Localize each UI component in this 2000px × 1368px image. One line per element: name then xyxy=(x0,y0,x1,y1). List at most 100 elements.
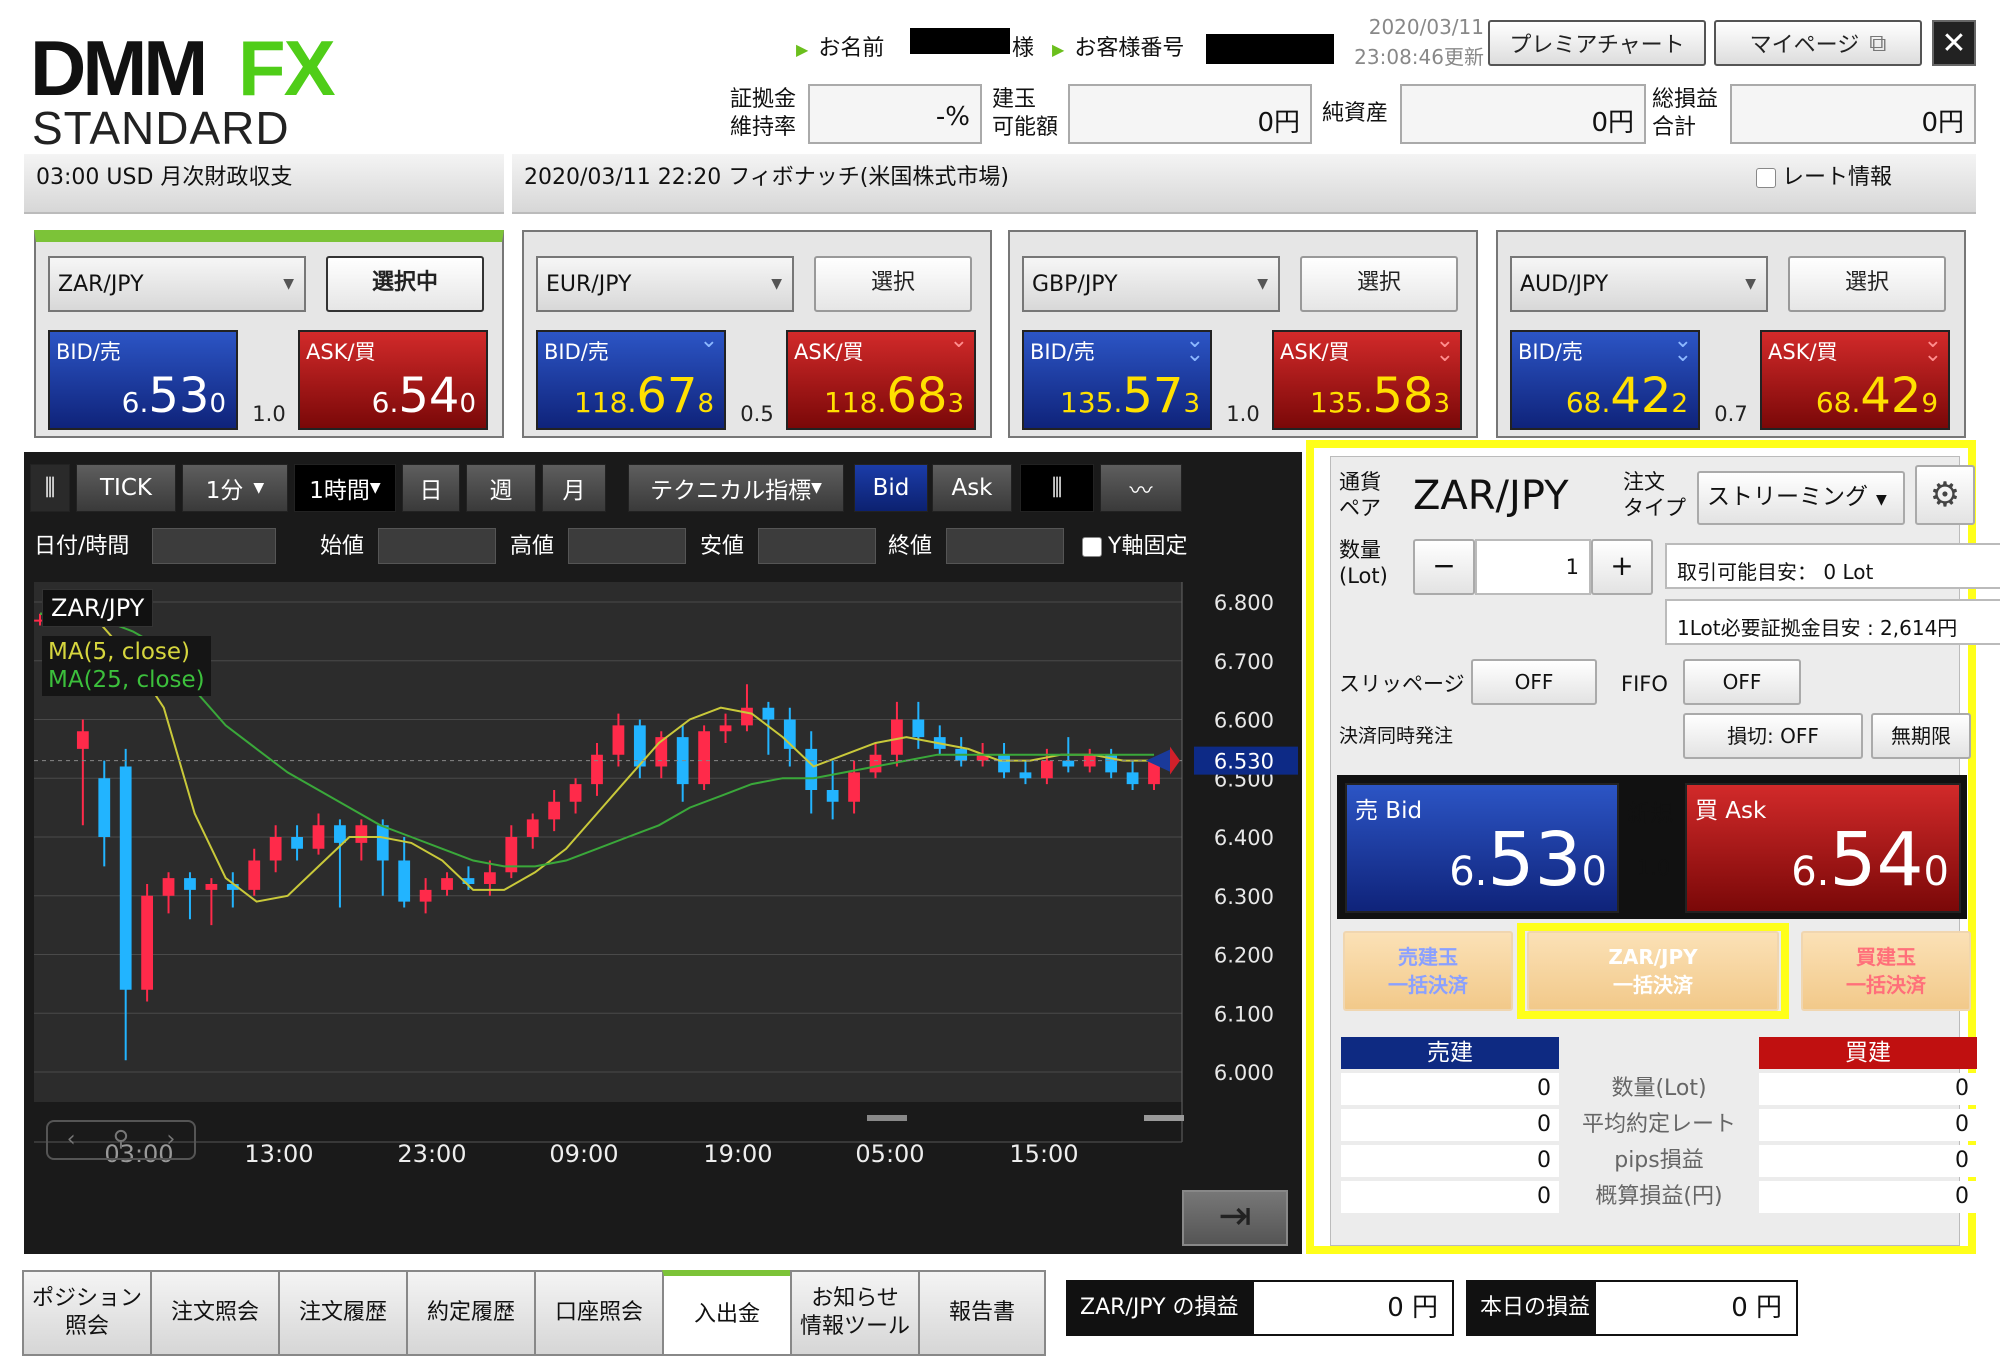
qty-row-label: 数量(Lot) xyxy=(1611,1076,1707,1101)
candle-body xyxy=(291,837,303,849)
sell-position-header: 売建 xyxy=(1341,1037,1559,1069)
rate-info-toggle[interactable]: レート情報 xyxy=(1756,154,1892,202)
dmm-fx-trading-window: DMM FX STANDARD ▶ お名前 様 ▶ お客様番号 2020/03/11… xyxy=(0,0,2000,1368)
order-type-select[interactable]: ストリーミング ▼ xyxy=(1697,471,1905,525)
y-tick-label: 6.800 xyxy=(1214,591,1274,615)
tab-news-tools[interactable]: お知らせ 情報ツール xyxy=(790,1270,918,1356)
candle-body xyxy=(1126,772,1139,785)
customer-number-redaction xyxy=(1206,34,1334,64)
buy-ask-button[interactable]: 買 Ask 6.540 xyxy=(1685,783,1961,913)
bid-quote-button[interactable]: BID/売 ⌄ ⌄ 135.573 xyxy=(1022,330,1212,430)
premium-chart-button[interactable]: プレミアチャート xyxy=(1488,20,1706,66)
candle-body xyxy=(548,801,561,820)
dropdown-arrow-icon: ▼ xyxy=(1745,276,1756,292)
candle-body xyxy=(98,778,111,837)
quantity-label: 数量 (Lot) xyxy=(1339,538,1388,588)
select-pair-button[interactable]: 選択 xyxy=(1300,256,1458,312)
settings-gear-icon[interactable]: ⚙ xyxy=(1915,465,1975,525)
news-text: 2020/03/11 22:20 フィボナッチ(米国株式市場) xyxy=(524,165,1009,190)
x-tick-label: 05:00 xyxy=(855,1140,924,1168)
logo-edition: STANDARD xyxy=(32,102,290,154)
next-icon[interactable]: › xyxy=(166,1122,175,1158)
candle-body xyxy=(848,772,860,802)
double-down-chevron-icon: ⌄ ⌄ xyxy=(1923,328,1942,367)
ask-quote-button[interactable]: ASK/買 ⌄ ⌄ 135.583 xyxy=(1272,330,1462,430)
net-assets-value: 0円 xyxy=(1400,84,1646,144)
close-all-pair-button[interactable]: ZAR/JPY 一括決済 xyxy=(1527,931,1779,1011)
stoploss-toggle[interactable]: 損切: OFF xyxy=(1683,713,1863,759)
double-down-chevron-icon: ⌄ ⌄ xyxy=(1673,328,1692,367)
ask-quote-button[interactable]: ASK/買 ⌄ ⌄ 68.429 xyxy=(1760,330,1950,430)
tab-position[interactable]: ポジション 照会 xyxy=(22,1270,150,1356)
chart-navigation[interactable]: ‹ ⚲ › xyxy=(46,1120,196,1160)
mypage-button[interactable]: マイページ ⧉ xyxy=(1714,20,1922,66)
economic-calendar-ticker[interactable]: 03:00 USD 月次財政収支 xyxy=(24,154,504,214)
tab-order-history[interactable]: 注文履歴 xyxy=(278,1270,406,1356)
quantity-decrease-button[interactable]: − xyxy=(1413,539,1475,595)
pair-select[interactable]: ZAR/JPY ▼ xyxy=(48,256,306,312)
quantity-input[interactable]: 1 xyxy=(1475,539,1591,595)
select-pair-button[interactable]: 選択中 xyxy=(326,256,484,312)
zoom-icon[interactable]: ⚲ xyxy=(113,1122,129,1158)
pair-select[interactable]: EUR/JPY ▼ xyxy=(536,256,794,312)
bid-quote-button[interactable]: BID/売 6.530 xyxy=(48,330,238,430)
chart-symbol-label: ZAR/JPY xyxy=(42,589,154,627)
candle-body xyxy=(269,837,282,861)
candle-body xyxy=(1019,772,1032,779)
candlestick-chart[interactable]: 6.8006.7006.6006.5006.4006.3006.2006.100… xyxy=(24,452,1302,1254)
candle-body xyxy=(912,719,925,738)
candle-body xyxy=(741,707,753,726)
margin-ratio-value: -% xyxy=(808,84,982,144)
bid-quote-button[interactable]: BID/売 ⌄ 118.678 xyxy=(536,330,726,430)
x-tick-label: 23:00 xyxy=(397,1140,466,1168)
pair-panel-zarjpy: ZAR/JPY ▼ 選択中 BID/売 6.530 1.0 ASK/買 6.540 xyxy=(34,230,504,438)
pair-label: 通貨 ペア xyxy=(1339,470,1381,520)
bid-quote-button[interactable]: BID/売 ⌄ ⌄ 68.422 xyxy=(1510,330,1700,430)
fifo-label: FIFO xyxy=(1621,672,1668,696)
tab-deposit-withdrawal[interactable]: 入出金 xyxy=(662,1270,790,1356)
fifo-toggle[interactable]: OFF xyxy=(1683,659,1801,705)
pair-select[interactable]: GBP/JPY ▼ xyxy=(1022,256,1280,312)
total-pl-value: 0円 xyxy=(1730,84,1976,144)
close-all-buy-button[interactable]: 買建玉 一括決済 xyxy=(1801,931,1971,1011)
close-all-sell-button[interactable]: 売建玉 一括決済 xyxy=(1343,931,1513,1011)
ask-quote-button[interactable]: ASK/買 6.540 xyxy=(298,330,488,430)
order-pair: ZAR/JPY xyxy=(1413,473,1569,519)
select-pair-button[interactable]: 選択 xyxy=(1788,256,1946,312)
double-down-chevron-icon: ⌄ ⌄ xyxy=(1185,328,1204,367)
ask-quote-button[interactable]: ASK/買 ⌄ 118.683 xyxy=(786,330,976,430)
logo-product: FX xyxy=(238,24,336,112)
new-order-label: 新規 xyxy=(1627,801,1673,827)
pair-panel-gbpjpy: GBP/JPY ▼ 選択 BID/売 ⌄ ⌄ 135.573 1.0 ASK/買 ⌄ ⌄ 13… xyxy=(1008,230,1478,438)
order-type-label: 注文 タイプ xyxy=(1623,470,1686,520)
pair-panel-audjpy: AUD/JPY ▼ 選択 BID/売 ⌄ ⌄ 68.422 0.7 ASK/買 ⌄ ⌄ 68.… xyxy=(1496,230,1966,438)
tab-reports[interactable]: 報告書 xyxy=(918,1270,1046,1356)
total-pl-label: 総損益 合計 xyxy=(1652,87,1719,140)
pair-select[interactable]: AUD/JPY ▼ xyxy=(1510,256,1768,312)
candle-body xyxy=(826,790,839,802)
today-pl-label: 本日の損益 xyxy=(1468,1282,1596,1334)
pips-row-label: pips損益 xyxy=(1614,1148,1704,1173)
select-pair-button[interactable]: 選択 xyxy=(814,256,972,312)
candle-body xyxy=(805,748,818,790)
tab-account[interactable]: 口座照会 xyxy=(534,1270,662,1356)
x-tick-label: 19:00 xyxy=(703,1140,772,1168)
jump-latest-icon[interactable]: ⇥ xyxy=(1182,1190,1288,1246)
news-ticker[interactable]: 2020/03/11 22:20 フィボナッチ(米国株式市場) レート情報 xyxy=(512,154,1976,214)
candle-body xyxy=(762,707,775,720)
candle-body xyxy=(1040,760,1053,779)
tab-order-inquiry[interactable]: 注文照会 xyxy=(150,1270,278,1356)
quantity-increase-button[interactable]: + xyxy=(1591,539,1653,595)
prev-icon[interactable]: ‹ xyxy=(67,1122,76,1158)
tab-execution-history[interactable]: 約定履歴 xyxy=(406,1270,534,1356)
today-pl-display: 本日の損益 0 円 xyxy=(1466,1280,1798,1336)
close-button[interactable]: ✕ xyxy=(1932,20,1976,66)
sell-bid-button[interactable]: 売 Bid 6.530 xyxy=(1345,783,1619,913)
expiry-select[interactable]: 無期限 xyxy=(1871,713,1971,759)
name-suffix: 様 xyxy=(1012,36,1035,61)
slippage-toggle[interactable]: OFF xyxy=(1471,659,1597,705)
chart-scrollbar-thumb xyxy=(867,1115,907,1121)
dropdown-arrow-icon: ▼ xyxy=(283,276,294,292)
rate-info-checkbox[interactable] xyxy=(1756,168,1776,188)
dmm-fx-logo: DMM FX STANDARD xyxy=(30,24,410,154)
